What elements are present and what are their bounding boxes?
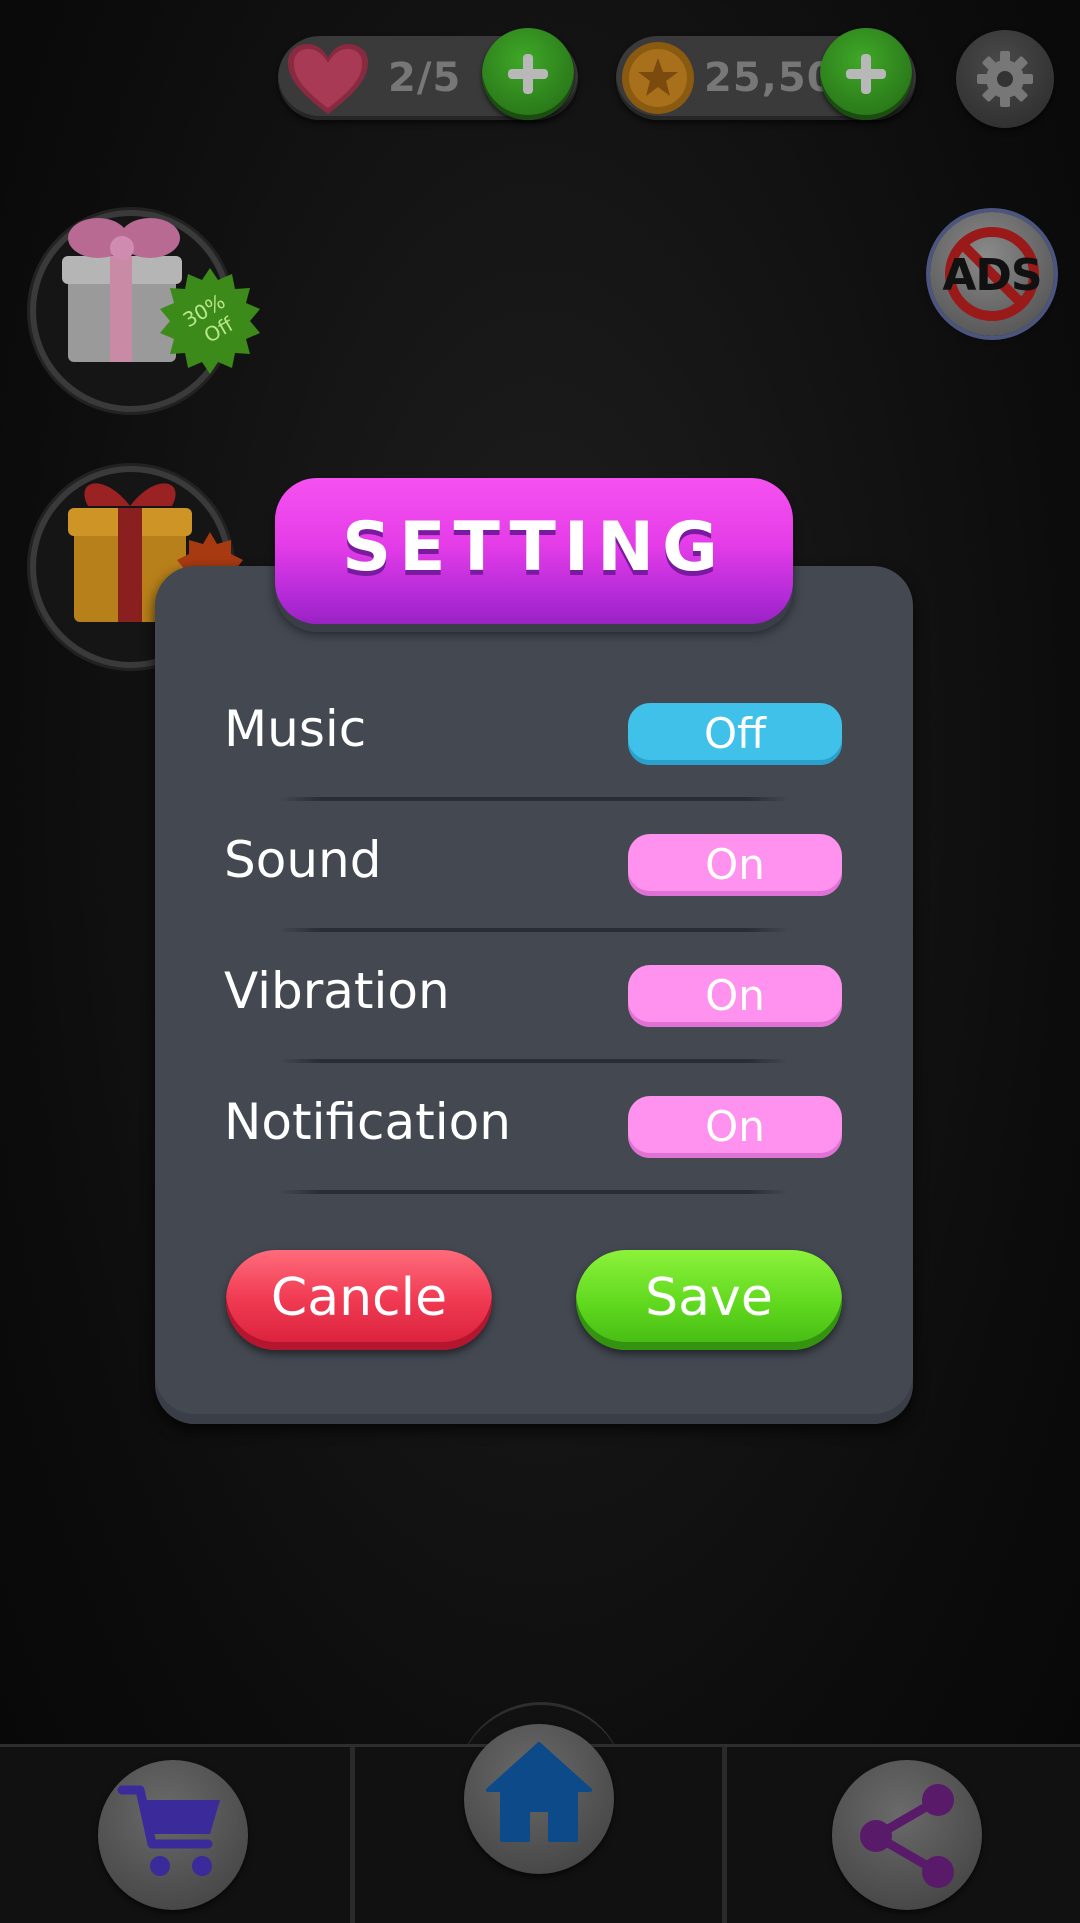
nav-separator	[722, 1747, 727, 1923]
nav-separator	[350, 1747, 355, 1923]
add-lives-button[interactable]	[482, 28, 574, 120]
music-label: Music	[224, 700, 367, 758]
lives-value: 2/5	[388, 55, 462, 101]
plus-icon	[508, 54, 548, 94]
remove-ads-button[interactable]: ADS	[930, 212, 1054, 336]
music-toggle[interactable]: Off	[628, 703, 842, 765]
sound-label: Sound	[224, 831, 382, 889]
share-button[interactable]	[832, 1760, 982, 1910]
save-button[interactable]: Save	[576, 1250, 842, 1350]
heart-icon	[288, 44, 368, 114]
sound-toggle[interactable]: On	[628, 834, 842, 896]
notification-label: Notification	[224, 1093, 511, 1151]
add-coins-button[interactable]	[820, 28, 912, 120]
divider	[280, 1059, 788, 1063]
cancel-button[interactable]: Cancle	[226, 1250, 492, 1350]
coin-icon	[622, 42, 694, 114]
settings-button[interactable]	[956, 30, 1054, 128]
home-icon	[486, 1742, 592, 1842]
share-icon	[860, 1784, 954, 1888]
home-button[interactable]	[464, 1724, 614, 1874]
plus-icon	[846, 54, 886, 94]
discount-badge: 30% Off	[160, 268, 260, 374]
divider	[280, 1190, 788, 1194]
dialog-title-banner: SETTING	[275, 478, 793, 624]
lives-counter: 2/5	[278, 28, 578, 120]
dialog-title: SETTING	[342, 508, 726, 587]
gear-icon	[977, 51, 1033, 107]
divider	[280, 797, 788, 801]
shop-button[interactable]	[98, 1760, 248, 1910]
vibration-label: Vibration	[224, 962, 450, 1020]
ads-label: ADS	[942, 250, 1042, 301]
notification-toggle[interactable]: On	[628, 1096, 842, 1158]
coins-value: 25,50	[704, 55, 836, 101]
cart-icon	[117, 1785, 220, 1876]
divider	[280, 928, 788, 932]
coins-counter: 25,50	[616, 28, 916, 120]
vibration-toggle[interactable]: On	[628, 965, 842, 1027]
